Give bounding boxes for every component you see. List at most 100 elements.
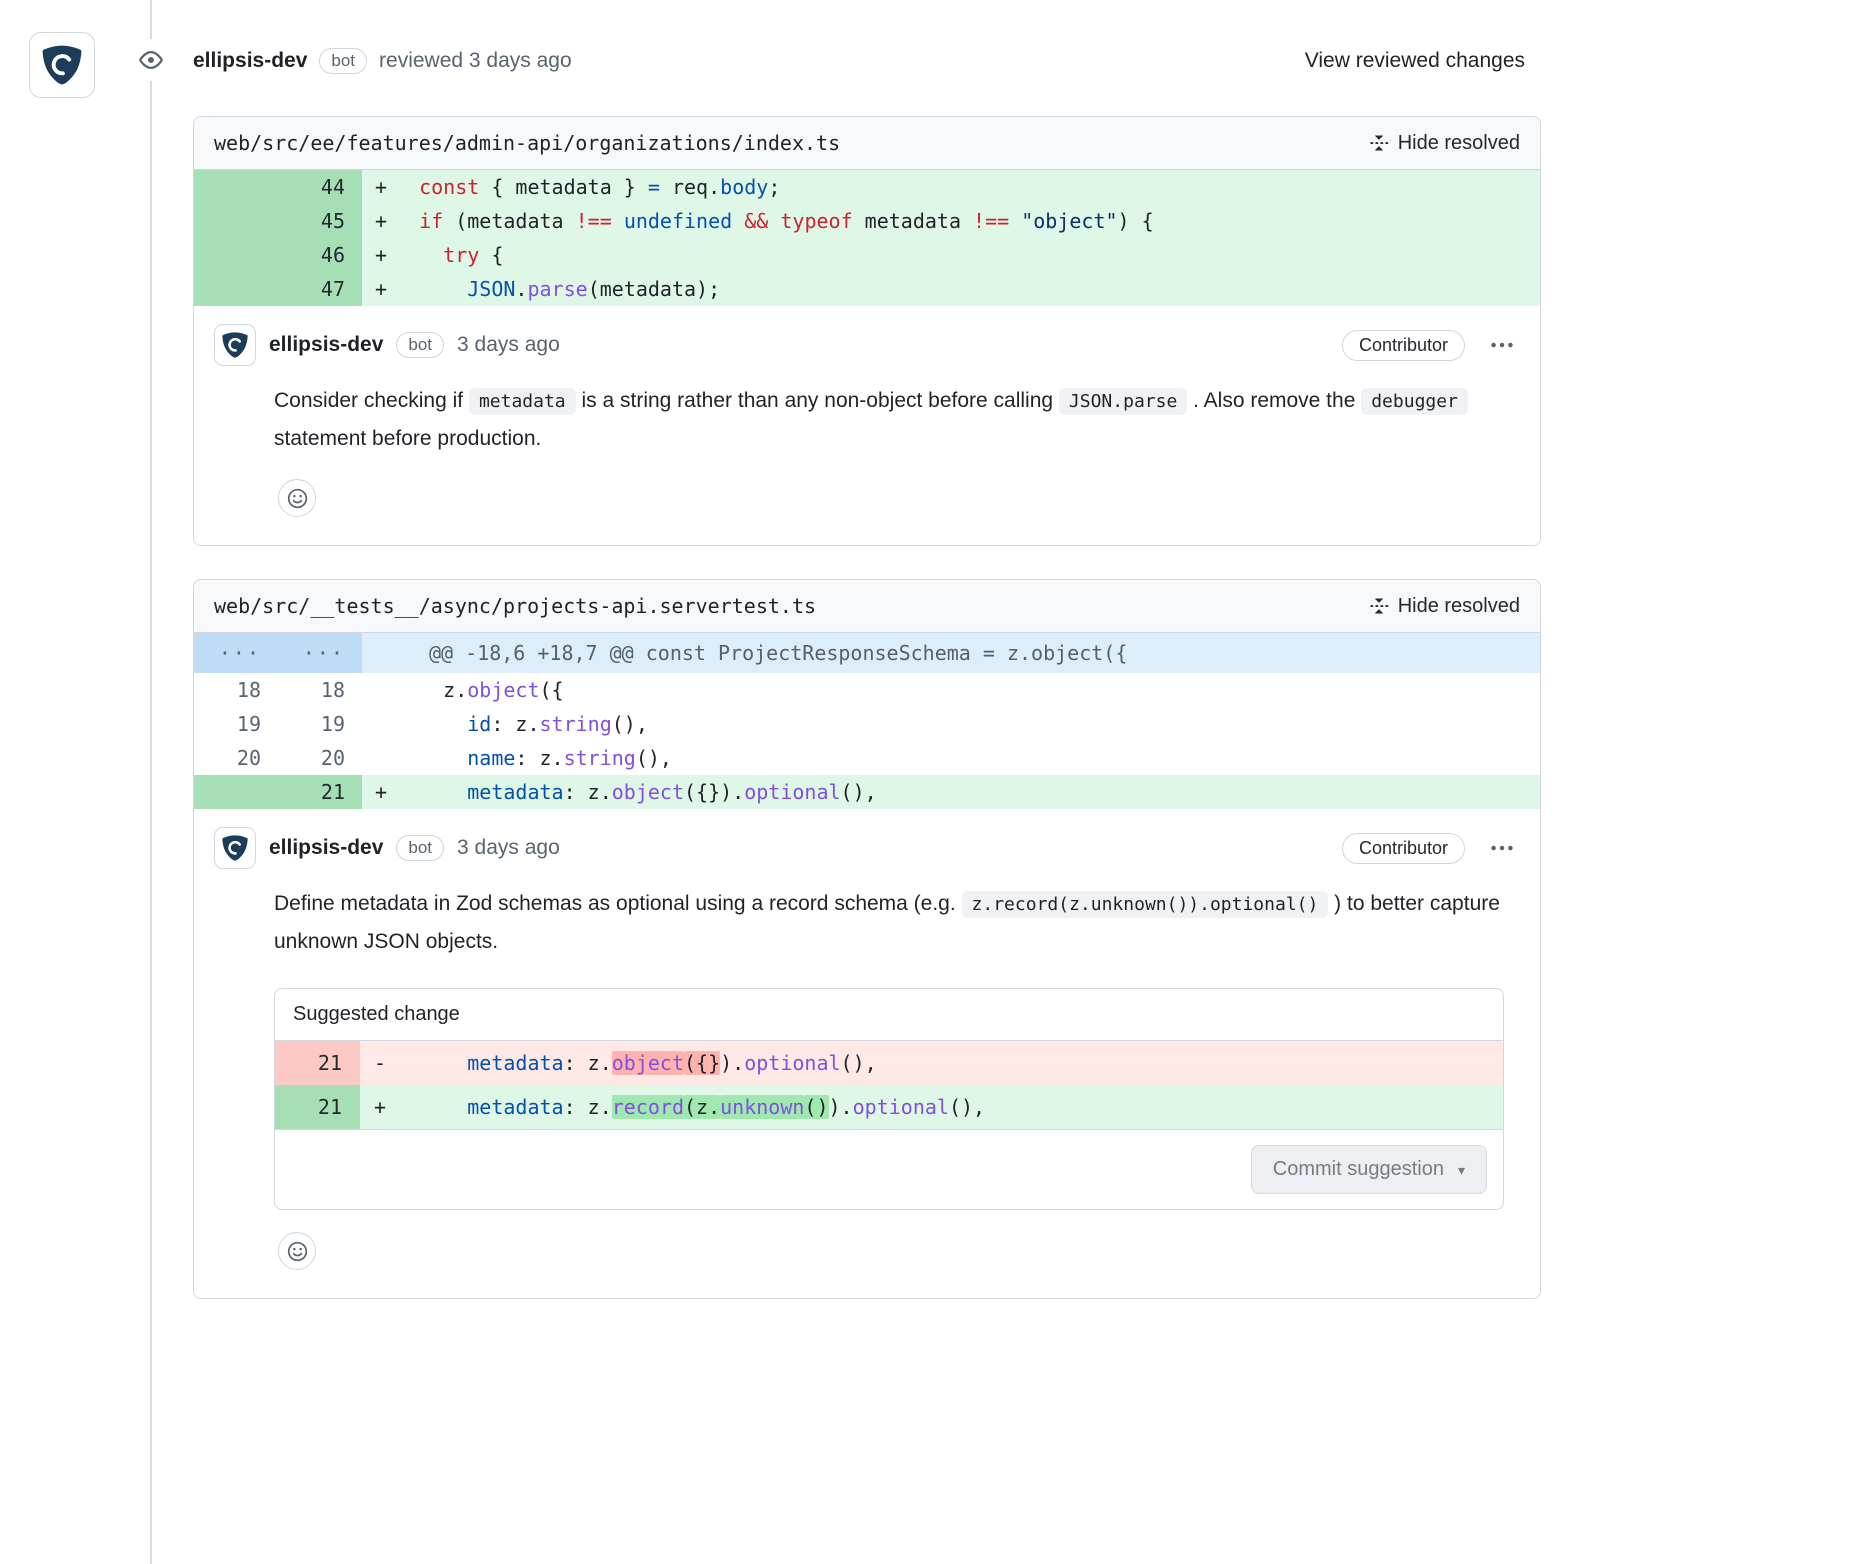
ellipsis-logo-icon: [220, 833, 250, 863]
code-line: metadata: z.object({}).optional(),: [395, 775, 1540, 809]
review-thread-card-1: web/src/ee/features/admin-api/organizati…: [193, 116, 1541, 546]
code-token: : z.: [491, 712, 539, 736]
line-number-new[interactable]: 21: [278, 775, 362, 809]
fold-icon: [1369, 133, 1389, 153]
smiley-icon: [287, 488, 308, 509]
kebab-menu-button[interactable]: [1484, 329, 1520, 361]
line-number-new[interactable]: 46: [278, 238, 362, 272]
comment-body: Define metadata in Zod schemas as option…: [274, 885, 1520, 960]
commit-suggestion-label: Commit suggestion: [1273, 1158, 1444, 1181]
kebab-menu-button[interactable]: [1484, 832, 1520, 864]
code-token: .: [515, 277, 527, 301]
code-token: body: [720, 175, 768, 199]
contributor-badge: Contributor: [1342, 833, 1465, 864]
line-number-new[interactable]: 45: [278, 204, 362, 238]
reviewer-avatar[interactable]: [29, 32, 95, 98]
code-token: typeof: [780, 209, 852, 233]
code-token: unknown: [720, 1095, 804, 1119]
line-number-old[interactable]: [194, 170, 278, 204]
review-comment: ellipsis-dev bot 3 days ago Contributor …: [194, 306, 1540, 545]
hide-resolved-button[interactable]: Hide resolved: [1369, 595, 1520, 618]
diff-sign: +: [362, 775, 395, 809]
code-token: name: [467, 746, 515, 770]
hide-resolved-button[interactable]: Hide resolved: [1369, 132, 1520, 155]
line-number-old[interactable]: 18: [194, 673, 278, 707]
code-token: (),: [949, 1095, 985, 1119]
code-token: [395, 175, 419, 199]
code-token: ).: [829, 1095, 853, 1119]
code-token: @@ -18,6 +18,7 @@ const ProjectResponseS…: [429, 641, 1127, 665]
comment-avatar[interactable]: [214, 827, 256, 869]
code-token: (): [804, 1095, 828, 1119]
eye-icon: [130, 39, 172, 81]
code-token: object: [612, 780, 684, 804]
line-number-old[interactable]: [194, 204, 278, 238]
diff-sign: [362, 633, 395, 673]
code-token: req.: [660, 175, 720, 199]
code-line: if (metadata !== undefined && typeof met…: [395, 204, 1540, 238]
line-number-old[interactable]: 20: [194, 741, 278, 775]
code-line: JSON.parse(metadata);: [395, 272, 1540, 306]
diff-row: ······ @@ -18,6 +18,7 @@ const ProjectRes…: [194, 633, 1540, 673]
diff-row: 44+ const { metadata } = req.body;: [194, 170, 1540, 204]
code-token: [395, 1051, 467, 1075]
review-header: ellipsis-dev bot reviewed 3 days ago Vie…: [193, 42, 1541, 80]
view-reviewed-changes-link[interactable]: View reviewed changes: [1305, 49, 1525, 73]
code-token: (),: [612, 712, 648, 736]
line-number-old[interactable]: ···: [194, 633, 278, 673]
smiley-icon: [287, 1241, 308, 1262]
line-number-new[interactable]: 47: [278, 272, 362, 306]
code-token: try: [443, 243, 479, 267]
code-token: (metadata);: [588, 277, 720, 301]
line-number-old[interactable]: [194, 238, 278, 272]
line-number-new[interactable]: ···: [278, 633, 362, 673]
contributor-badge: Contributor: [1342, 330, 1465, 361]
line-number-old[interactable]: [194, 272, 278, 306]
diff-sign: [362, 741, 395, 775]
file-path-link[interactable]: web/src/__tests__/async/projects-api.ser…: [214, 594, 816, 618]
reviewer-name[interactable]: ellipsis-dev: [193, 49, 307, 73]
code-token: z.: [395, 678, 467, 702]
line-number-new[interactable]: 19: [278, 707, 362, 741]
comment-header: ellipsis-dev bot 3 days ago Contributor: [214, 827, 1520, 869]
add-reaction-button[interactable]: [278, 1232, 316, 1270]
comment-avatar[interactable]: [214, 324, 256, 366]
code-token: [395, 277, 467, 301]
code-token: optional: [853, 1095, 949, 1119]
line-number-new[interactable]: 20: [278, 741, 362, 775]
file-header: web/src/__tests__/async/projects-api.ser…: [194, 580, 1540, 633]
line-number-old[interactable]: [194, 775, 278, 809]
file-path-link[interactable]: web/src/ee/features/admin-api/organizati…: [214, 131, 840, 155]
code-token: ;: [768, 175, 780, 199]
line-number-new[interactable]: 18: [278, 673, 362, 707]
comment-author[interactable]: ellipsis-dev: [269, 836, 383, 860]
code-token: [395, 712, 467, 736]
line-number: 21: [275, 1041, 360, 1085]
code-token: object: [612, 1051, 684, 1075]
code-token: &&: [744, 209, 768, 233]
code-token: ({}).: [684, 780, 744, 804]
code-token: : z.: [515, 746, 563, 770]
fold-icon: [1369, 596, 1389, 616]
code-token: "object": [1021, 209, 1117, 233]
file-header: web/src/ee/features/admin-api/organizati…: [194, 117, 1540, 170]
comment-body: Consider checking if metadata is a strin…: [274, 382, 1520, 457]
add-reaction-button[interactable]: [278, 479, 316, 517]
code-line: metadata: z.record(z.unknown()).optional…: [395, 1085, 1503, 1129]
comment-timestamp[interactable]: 3 days ago: [457, 836, 560, 860]
code-token: [395, 1095, 467, 1119]
code-token: ) {: [1118, 209, 1154, 233]
code-line: @@ -18,6 +18,7 @@ const ProjectResponseS…: [395, 633, 1540, 673]
code-token: (metadata: [443, 209, 575, 233]
code-token: [395, 780, 467, 804]
code-line: const { metadata } = req.body;: [395, 170, 1540, 204]
code-token: : z.: [564, 1051, 612, 1075]
commit-suggestion-button[interactable]: Commit suggestion ▾: [1251, 1145, 1487, 1194]
diff-row: 1818 z.object({: [194, 673, 1540, 707]
line-number-new[interactable]: 44: [278, 170, 362, 204]
line-number-old[interactable]: 19: [194, 707, 278, 741]
comment-timestamp[interactable]: 3 days ago: [457, 333, 560, 357]
comment-author[interactable]: ellipsis-dev: [269, 333, 383, 357]
diff-sign: +: [362, 272, 395, 306]
code-token: if: [419, 209, 443, 233]
